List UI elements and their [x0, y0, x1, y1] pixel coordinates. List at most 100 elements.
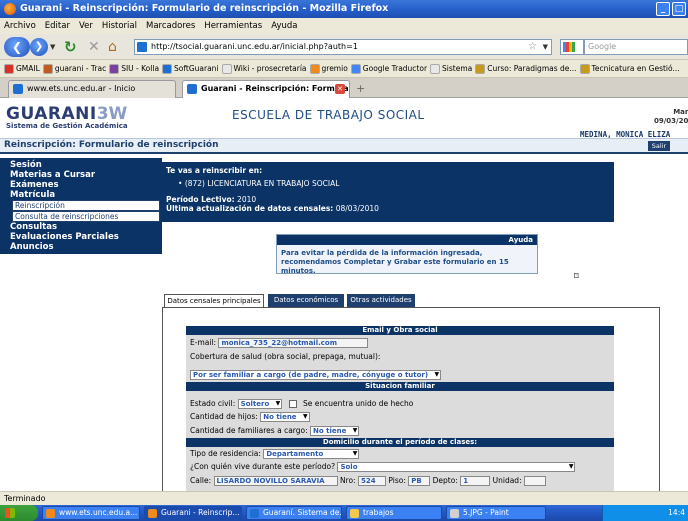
help-title: Ayuda — [277, 235, 537, 245]
bookmark-label: Curso: Paradigmas de... — [487, 64, 577, 73]
bookmark-item[interactable]: GMAIL — [4, 63, 40, 74]
bookmark-item[interactable]: Sistema — [430, 63, 472, 74]
residencia-select[interactable]: Departamento — [263, 449, 360, 459]
new-tab-icon[interactable]: + — [356, 82, 365, 95]
hijos-select[interactable]: No tiene — [260, 412, 310, 422]
tab-otras-actividades[interactable]: Otras actividades — [347, 294, 415, 307]
url-bar[interactable]: http://tsocial.guarani.unc.edu.ar/inicia… — [134, 39, 552, 55]
bookmark-item[interactable]: guarani - Trac — [42, 63, 107, 74]
date-value: 09/03/20 — [654, 117, 688, 125]
taskbar-item-label: trabajos — [363, 508, 394, 517]
menu-bar: Archivo Editar Ver Historial Marcadores … — [0, 18, 688, 34]
taskbar-app-icon — [148, 509, 157, 518]
piso-label: Piso: — [388, 476, 406, 485]
email-field[interactable]: monica_735_22@hotmail.com — [218, 338, 369, 348]
taskbar-item[interactable]: www.ets.unc.edu.a... — [42, 506, 140, 520]
sidebar-item-consultas[interactable]: Consultas — [0, 222, 162, 232]
status-bar: Terminado — [0, 491, 688, 505]
calle-field[interactable]: LISARDO NOVILLO SARAVIA — [213, 476, 338, 486]
forward-button[interactable]: ❯ — [30, 38, 48, 56]
tab-datos-economicos[interactable]: Datos económicos — [268, 294, 344, 307]
cobertura-row: Por ser familiar a cargo (de padre, madr… — [186, 370, 614, 380]
menu-editar[interactable]: Editar — [45, 21, 70, 31]
close-tab-icon[interactable]: ✕ — [335, 84, 345, 94]
sidebar-item-examenes[interactable]: Exámenes — [0, 180, 162, 190]
logout-button[interactable]: Salir — [648, 141, 670, 151]
bookmark-item[interactable]: Google Traductor — [350, 63, 427, 74]
cobertura-select[interactable]: Por ser familiar a cargo (de padre, madr… — [190, 370, 442, 380]
bookmark-item[interactable]: Tecnicatura en Gestió... — [579, 63, 680, 74]
help-box: Ayuda Para evitar la pérdida de la infor… — [276, 234, 538, 275]
tab-guarani-reinscripcion[interactable]: Guarani - Reinscripción: Formular... ✕ — [182, 80, 350, 98]
taskbar-item[interactable]: 5.JPG - Paint — [446, 506, 546, 520]
sidebar-item-anuncios[interactable]: Anuncios — [0, 242, 162, 252]
url-dropdown-icon[interactable]: ▼ — [543, 40, 548, 54]
taskbar-item-label: 5.JPG - Paint — [463, 508, 509, 517]
menu-herramientas[interactable]: Herramientas — [204, 21, 262, 31]
census-form: Email y Obra social E-mail: monica_735_2… — [186, 326, 614, 491]
taskbar-item[interactable]: trabajos — [346, 506, 442, 520]
tray-clock: 14:4 — [668, 508, 685, 517]
tab-bar: www.ets.unc.edu.ar - Inicio Guarani - Re… — [0, 78, 688, 98]
piso-field[interactable]: PB — [408, 476, 431, 486]
bookmark-item[interactable]: Curso: Paradigmas de... — [475, 63, 577, 74]
hijos-row: Cantidad de hijos: No tiene — [186, 412, 614, 422]
windows-taskbar: www.ets.unc.edu.a... Guarani - Reinscrip.… — [0, 505, 688, 521]
current-date: Mar 09/03/20 — [654, 108, 688, 126]
dpto-field[interactable]: 1 — [460, 476, 491, 486]
tab-ets-inicio[interactable]: www.ets.unc.edu.ar - Inicio — [8, 80, 176, 98]
bookmark-item[interactable]: Wiki - prosecretaría — [221, 63, 307, 74]
sidebar-subitem-reinscripcion[interactable]: Reinscripción — [12, 200, 160, 211]
back-button[interactable]: ❮ — [4, 37, 30, 57]
tab-favicon-icon — [13, 84, 23, 94]
familiares-select[interactable]: No tiene — [310, 426, 360, 436]
minimize-icon[interactable]: _ — [656, 2, 670, 16]
convive-select[interactable]: Solo — [337, 462, 576, 472]
menu-marcadores[interactable]: Marcadores — [146, 21, 195, 31]
history-dropdown-icon[interactable]: ▼ — [50, 43, 55, 51]
info-career-row: • (872) LICENCIATURA EN TRABAJO SOCIAL — [178, 179, 340, 188]
bookmark-item[interactable]: SIU - Kolla — [109, 63, 159, 74]
bookmark-label: guarani - Trac — [54, 64, 107, 73]
bookmark-icon — [4, 63, 14, 74]
menu-ayuda[interactable]: Ayuda — [271, 21, 297, 31]
menu-ver[interactable]: Ver — [79, 21, 93, 31]
sidebar-item-matricula[interactable]: Matrícula — [0, 190, 162, 200]
sidebar-item-sesion[interactable]: Sesión — [0, 160, 162, 170]
bookmark-item[interactable]: gremio — [309, 63, 348, 74]
unidad-field[interactable] — [524, 476, 546, 486]
maximize-icon[interactable]: □ — [672, 2, 686, 16]
tab-datos-censales[interactable]: Datos censales principales — [164, 294, 264, 307]
page-content: GUARANI3W Sistema de Gestión Académica E… — [0, 98, 688, 491]
sidebar-item-materias[interactable]: Materias a Cursar — [0, 170, 162, 180]
bookmark-item[interactable]: SoftGuarani — [162, 63, 219, 74]
bookmark-icon — [475, 63, 486, 74]
nro-field[interactable]: 524 — [357, 476, 386, 486]
bookmark-icon — [221, 63, 232, 74]
start-button[interactable] — [0, 505, 38, 521]
taskbar-item-label: Guaraní. Sistema de... — [263, 508, 342, 517]
search-engine-selector[interactable] — [560, 39, 584, 55]
period-label: Período Lectivo: — [166, 195, 235, 204]
unido-checkbox[interactable] — [288, 400, 297, 408]
home-button[interactable]: ⌂ — [108, 37, 117, 57]
window-title: Guarani - Reinscripción: Formulario de r… — [20, 3, 389, 14]
menu-historial[interactable]: Historial — [102, 21, 137, 31]
reload-button[interactable]: ↻ — [64, 37, 77, 57]
search-input[interactable]: Google — [584, 39, 688, 55]
sidebar-item-evaluaciones[interactable]: Evaluaciones Parciales — [0, 232, 162, 242]
stop-button[interactable]: ✕ — [88, 37, 100, 57]
enrollment-info-box: Te vas a reinscribir en: • (872) LICENCI… — [162, 162, 614, 222]
bookmark-label: gremio — [321, 64, 348, 73]
bookmark-icon — [309, 63, 320, 74]
menu-archivo[interactable]: Archivo — [4, 21, 36, 31]
familiares-row: Cantidad de familiares a cargo: No tiene — [186, 426, 614, 436]
taskbar-item[interactable]: Guaraní. Sistema de... — [246, 506, 342, 520]
taskbar-item[interactable]: Guarani - Reinscrip... — [144, 506, 242, 520]
tab-label: www.ets.unc.edu.ar - Inicio — [27, 84, 136, 93]
sidebar-subitem-consulta-reinscripciones[interactable]: Consulta de reinscripciones — [12, 211, 160, 222]
bookmark-star-icon[interactable]: ☆ — [528, 40, 537, 54]
period-value: 2010 — [237, 195, 257, 204]
civil-select[interactable]: Soltero — [237, 399, 283, 409]
calle-label: Calle: — [190, 476, 212, 485]
